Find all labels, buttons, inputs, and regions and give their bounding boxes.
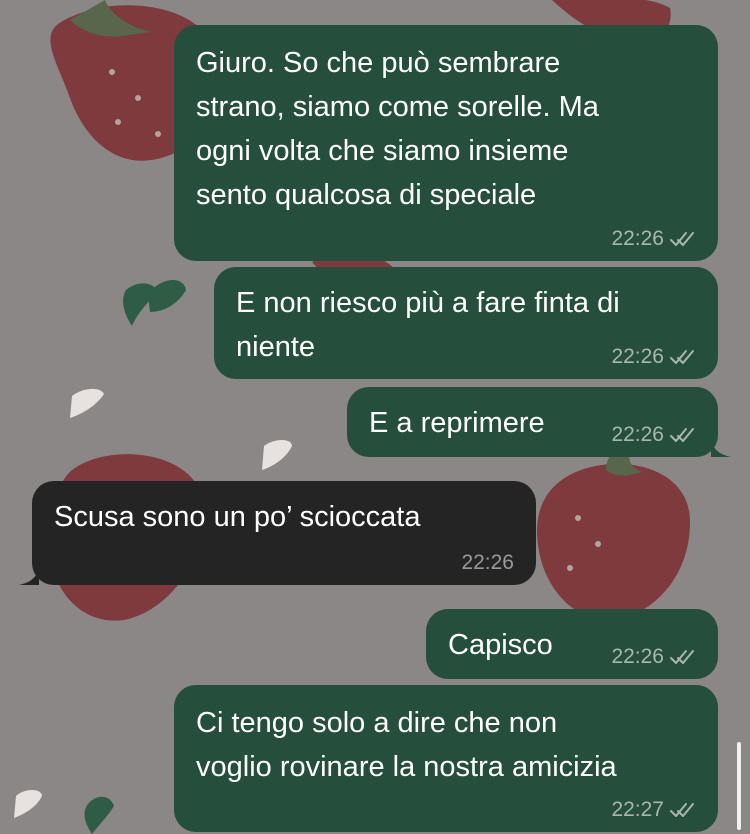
- message-text-line: Ci tengo solo a dire che non: [196, 707, 558, 739]
- message-bubble-outgoing[interactable]: Capisco 22:26: [426, 609, 718, 679]
- message-timestamp: 22:26: [611, 345, 664, 368]
- message-timestamp: 22:26: [461, 551, 514, 574]
- message-meta: 22:26: [461, 551, 514, 575]
- message-text-line: voglio rovinare la nostra amicizia: [196, 751, 617, 783]
- double-check-icon: [670, 650, 694, 664]
- message-text-line: strano, siamo come sorelle. Ma: [196, 91, 599, 123]
- message-timestamp: 22:27: [611, 798, 664, 821]
- message-timestamp: 22:26: [611, 645, 664, 668]
- message-timestamp: 22:26: [611, 423, 664, 446]
- double-check-icon: [670, 350, 694, 364]
- message-text-line: Scusa sono un po’ scioccata: [54, 501, 421, 533]
- double-check-icon: [670, 428, 694, 442]
- message-meta: 22:26: [611, 227, 696, 251]
- double-check-icon: [670, 803, 694, 817]
- message-bubble-outgoing[interactable]: Ci tengo solo a dire che non voglio rovi…: [174, 685, 718, 832]
- message-meta: 22:26: [611, 345, 696, 369]
- message-text-line: sento qualcosa di speciale: [196, 179, 537, 211]
- message-bubble-outgoing[interactable]: E a reprimere 22:26: [347, 387, 731, 457]
- message-meta: 22:27: [611, 798, 696, 822]
- scrollbar[interactable]: [737, 742, 741, 830]
- message-timestamp: 22:26: [611, 227, 664, 250]
- message-bubble-outgoing[interactable]: Giuro. So che può sembrare strano, siamo…: [174, 25, 718, 261]
- bubble-tail: [19, 563, 39, 585]
- message-text-line: Giuro. So che può sembrare: [196, 47, 561, 79]
- message-meta: 22:26: [611, 423, 696, 447]
- chat-thread: Giuro. So che può sembrare strano, siamo…: [0, 0, 750, 834]
- message-bubble-incoming[interactable]: Scusa sono un po’ scioccata 22:26: [19, 481, 536, 585]
- message-text-line: ogni volta che siamo insieme: [196, 135, 569, 167]
- double-check-icon: [670, 232, 694, 246]
- message-text-line: E non riesco più a fare finta di: [236, 287, 620, 319]
- bubble-tail: [711, 435, 731, 457]
- message-meta: 22:26: [611, 645, 696, 669]
- message-bubble-outgoing[interactable]: E non riesco più a fare finta di niente …: [214, 267, 718, 379]
